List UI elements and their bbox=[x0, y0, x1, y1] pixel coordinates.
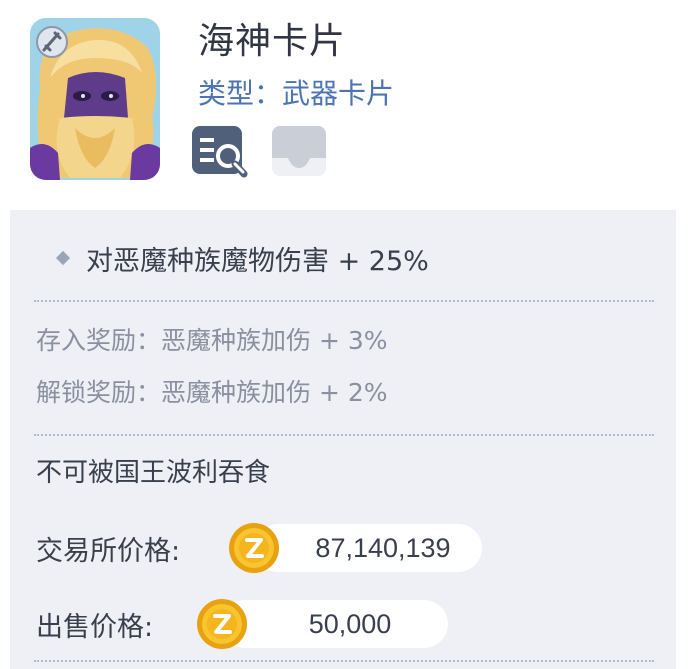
poring-note: 不可被国王波利吞食 bbox=[36, 458, 271, 488]
deposit-bonus: 存入奖励：恶魔种族加伤 + 3% bbox=[36, 324, 388, 358]
sell-price-row: 出售价格: bbox=[36, 598, 153, 650]
diamond-bullet-icon bbox=[55, 250, 71, 266]
sell-price-label: 出售价格: bbox=[36, 611, 154, 643]
unlock-bonus-value: 恶魔种族加伤 + 2% bbox=[161, 378, 388, 407]
card-type: 类型：武器卡片 bbox=[198, 77, 395, 110]
tray-icon bbox=[272, 126, 326, 176]
deposit-bonus-label: 存入奖励： bbox=[36, 326, 162, 355]
card-portrait bbox=[30, 18, 160, 180]
poseidon-portrait-image bbox=[30, 18, 160, 180]
exchange-price-box: 87,140,139 bbox=[254, 524, 482, 572]
sell-price-value: 50,000 bbox=[308, 608, 392, 639]
unlock-bonus-label: 解锁奖励： bbox=[36, 378, 162, 407]
sell-price-box: 50,000 bbox=[222, 600, 448, 648]
exchange-price-row: 交易所价格: bbox=[36, 522, 180, 574]
card-detail-button[interactable] bbox=[190, 122, 252, 182]
effect-text: 对恶魔种族魔物伤害 + 25% bbox=[86, 245, 429, 277]
exchange-price-label: 交易所价格: bbox=[36, 535, 181, 567]
deposit-bonus-value: 恶魔种族加伤 + 3% bbox=[161, 326, 388, 355]
search-list-icon bbox=[192, 126, 248, 178]
card-store-button[interactable] bbox=[268, 122, 330, 182]
card-title: 海神卡片 bbox=[198, 21, 347, 62]
divider bbox=[34, 660, 654, 662]
zeny-coin-icon bbox=[229, 523, 279, 573]
card-header: 海神卡片 类型：武器卡片 bbox=[0, 0, 691, 200]
unlock-bonus: 解锁奖励：恶魔种族加伤 + 2% bbox=[36, 376, 388, 410]
zeny-coin-icon bbox=[197, 599, 247, 649]
divider bbox=[34, 434, 654, 436]
exchange-price-value: 87,140,139 bbox=[315, 532, 451, 563]
effect-row: 对恶魔种族魔物伤害 + 25% bbox=[40, 234, 429, 282]
divider bbox=[34, 300, 654, 302]
